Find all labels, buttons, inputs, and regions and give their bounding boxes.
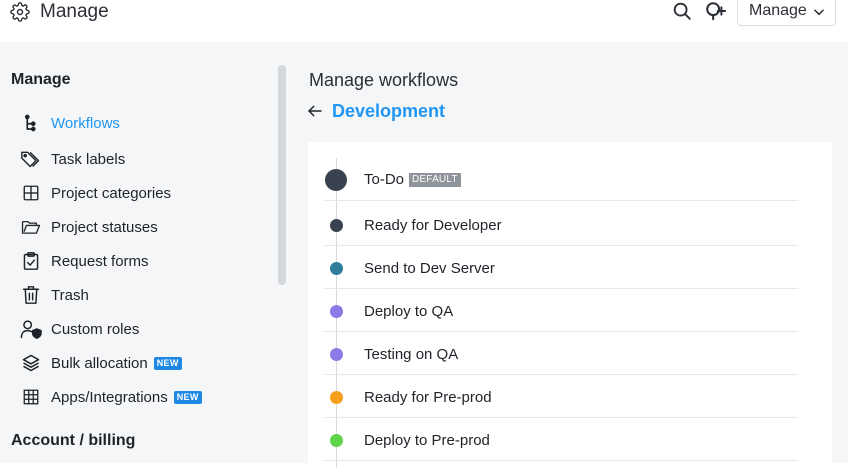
folder-icon [21,220,41,234]
sidebar-item-label: Workflows [51,114,120,132]
grid-icon [23,185,39,201]
status-name: Ready for Pre-prod [364,389,492,406]
status-row-send-to-dev-server[interactable]: Send to Dev Server [324,246,798,289]
status-name: Testing on QA [364,346,459,363]
status-name: Ready for Developer [364,217,502,234]
manage-dropdown-button[interactable]: Manage [737,0,836,26]
page-header: Manage [10,0,109,24]
status-row-deploy-to-qa[interactable]: Deploy to QA [324,289,798,332]
status-name: To-Do [364,171,405,188]
sidebar-item-label: Bulk allocation [51,354,148,372]
sidebar-item-trash[interactable]: Trash [20,282,89,308]
sidebar-section-manage: Manage [11,71,71,88]
tag-icon [21,151,40,168]
trash-icon [22,286,40,304]
sidebar-item-project-categories[interactable]: Project categories [20,180,171,206]
arrow-left-icon[interactable] [307,103,323,119]
chevron-down-icon [814,9,824,16]
sidebar: Manage Workflows Task labels Project cat… [0,42,290,463]
new-badge: NEW [153,356,182,370]
sidebar-item-label: Project categories [51,184,172,202]
status-color-dot [330,262,343,275]
top-bar: Manage Manage [0,0,848,42]
status-color-dot [325,169,347,191]
manage-button-label: Manage [749,2,807,19]
status-row-to-do[interactable]: To-Do DEFAULT [324,158,798,201]
workflow-status-list: To-Do DEFAULT Ready for Developer Send t… [308,142,832,472]
status-color-dot [330,391,343,404]
sidebar-item-request-forms[interactable]: Request forms [20,248,149,274]
clipboard-check-icon [23,252,39,270]
status-color-dot [330,305,343,318]
sidebar-scrollbar[interactable] [278,65,286,285]
status-row-testing-on-qa[interactable]: Testing on QA [324,332,798,375]
layers-icon [22,354,40,372]
status-color-dot [330,434,343,447]
sidebar-item-label: Apps/Integrations [51,388,168,406]
sidebar-item-label: Project statuses [51,218,158,236]
main-area: Manage Workflows Task labels Project cat… [0,42,848,472]
gear-icon [10,2,30,22]
workflow-header: Development [307,99,445,123]
sidebar-item-bulk-allocation[interactable]: Bulk allocation NEW [20,350,182,376]
workflow-name: Development [332,100,446,121]
sidebar-section-account-billing: Account / billing [11,432,136,449]
status-row-ready-for-pre-prod[interactable]: Ready for Pre-prod [324,375,798,418]
status-color-dot [330,348,343,361]
status-name: Deploy to QA [364,303,454,320]
status-color-dot [330,219,343,232]
sidebar-item-custom-roles[interactable]: Custom roles [20,316,139,342]
status-row-ready-for-developer[interactable]: Ready for Developer [324,203,798,246]
add-user-icon[interactable] [704,0,726,22]
sidebar-item-workflows[interactable]: Workflows [20,110,120,136]
sidebar-item-label: Custom roles [51,320,140,338]
new-badge: NEW [173,390,202,404]
status-name: Deploy to Pre-prod [364,432,490,449]
status-name: Send to Dev Server [364,260,495,277]
search-icon[interactable] [671,0,693,22]
sidebar-item-task-labels[interactable]: Task labels [20,146,125,172]
sidebar-item-label: Task labels [51,150,126,168]
sidebar-item-label: Trash [51,286,89,304]
user-shield-icon [20,320,42,339]
page-title: Manage [40,1,109,22]
sidebar-item-label: Request forms [51,252,149,270]
content-title: Manage workflows [309,70,459,90]
sidebar-item-apps-integrations[interactable]: Apps/Integrations NEW [20,384,202,410]
workflow-icon [24,114,36,132]
sidebar-item-project-statuses[interactable]: Project statuses [20,214,158,240]
apps-grid-icon [23,389,39,405]
status-row-deploy-to-pre-prod[interactable]: Deploy to Pre-prod [324,418,798,461]
default-badge: DEFAULT [409,172,461,187]
